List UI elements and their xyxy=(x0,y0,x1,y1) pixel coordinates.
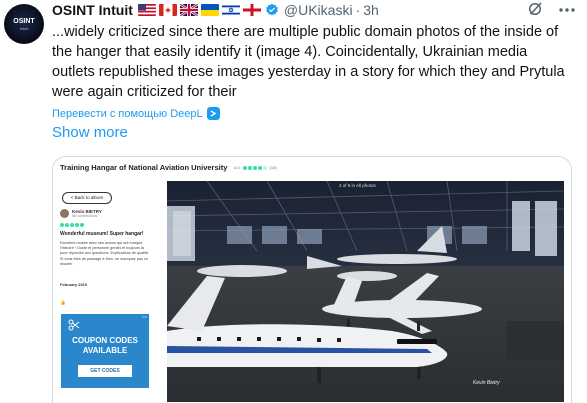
avatar-text: OSINT xyxy=(13,18,35,25)
avatar-subtext: intuit xyxy=(19,26,29,31)
review-date: February 2019 xyxy=(60,282,88,287)
uk-flag-icon xyxy=(179,4,198,16)
scissors-icon xyxy=(68,319,80,331)
flag-emojis xyxy=(137,4,261,16)
photo-count: 2 of 9 in All photos xyxy=(339,183,376,188)
hangar-photo: 2 of 9 in All photos Kevin Bietry xyxy=(166,180,565,402)
rating-dot-icon xyxy=(262,165,267,170)
rating-count: (10) xyxy=(269,165,277,170)
rating-score: 4.0 xyxy=(234,165,240,170)
show-more-link[interactable]: Show more xyxy=(52,124,128,141)
rating: 4.0 (10) xyxy=(234,165,277,170)
author-handle[interactable]: @UKikaski xyxy=(284,2,353,18)
rating-dot-icon xyxy=(242,165,247,170)
tripadvisor-screenshot: Training Hangar of National Aviation Uni… xyxy=(53,157,571,403)
rating-dot-icon xyxy=(70,223,74,227)
grok-icon[interactable] xyxy=(526,0,544,18)
hangar-photo-illustration xyxy=(166,180,565,402)
rating-dot-icon xyxy=(247,165,252,170)
verified-badge-icon xyxy=(266,3,278,16)
avatar[interactable]: OSINT intuit xyxy=(4,4,44,44)
deepl-icon xyxy=(206,107,220,120)
reviewer-contributions: No contributions xyxy=(72,214,98,218)
rating-dot-icon xyxy=(257,165,262,170)
rating-dot-icon xyxy=(252,165,257,170)
tweet-media-image[interactable]: Training Hangar of National Aviation Uni… xyxy=(52,156,572,403)
get-codes-button: GET CODES xyxy=(78,365,132,377)
translate-label[interactable]: Перевести с помощью DeepL xyxy=(52,108,203,120)
separator-dot: · xyxy=(355,2,361,18)
israel-flag-icon xyxy=(221,4,240,16)
tweet-header: OSINT Intuit @UKikaski · 3h xyxy=(52,1,379,19)
photo-watermark: Kevin Bietry xyxy=(473,380,500,386)
review-body: Excellent musée avec ses avions qui ont … xyxy=(60,241,150,266)
rating-dot-icon xyxy=(80,223,84,227)
coupon-title: COUPON CODES AVAILABLE xyxy=(61,336,149,356)
rating-dot-icon xyxy=(60,223,64,227)
review-title: Wonderful museum! Super hangar! xyxy=(60,231,144,237)
back-to-album-button: < Back to album xyxy=(62,192,112,204)
timestamp[interactable]: 3h xyxy=(363,2,379,18)
translate-link[interactable]: Перевести с помощью DeepL xyxy=(52,107,220,120)
thumbs-up-icon: 👍 xyxy=(60,300,66,305)
page-title: Training Hangar of National Aviation Uni… xyxy=(60,163,228,172)
us-flag-icon xyxy=(137,4,156,16)
rating-dot-icon xyxy=(75,223,79,227)
review-rating xyxy=(60,223,84,227)
canada-flag-icon xyxy=(158,4,177,16)
coupon-title-line2: AVAILABLE xyxy=(82,346,128,355)
more-options-icon[interactable] xyxy=(556,3,578,17)
author-name[interactable]: OSINT Intuit xyxy=(52,2,133,18)
coupon-title-line1: COUPON CODES xyxy=(72,336,138,345)
ukraine-flag-icon xyxy=(200,4,219,16)
ad-choices-icon: ▷× xyxy=(142,315,147,319)
rating-dot-icon xyxy=(65,223,69,227)
england-flag-icon xyxy=(242,4,261,16)
coupon-ad: ▷× COUPON CODES AVAILABLE GET CODES xyxy=(61,314,149,388)
tweet-text: ...widely criticized since there are mul… xyxy=(52,24,565,100)
reviewer-avatar xyxy=(60,209,69,218)
